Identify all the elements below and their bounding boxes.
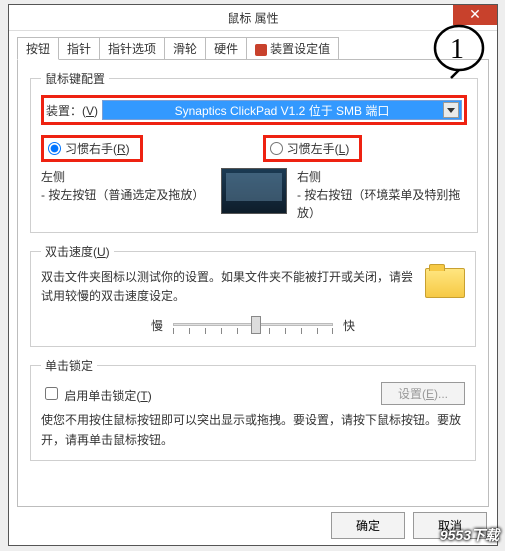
radio-label: 习惯左手(L) bbox=[287, 140, 350, 157]
close-icon: ✕ bbox=[469, 6, 481, 22]
left-desc: - 按左按钮（普通选定及拖放） bbox=[41, 186, 211, 204]
tab-label: 硬件 bbox=[214, 42, 238, 56]
left-title: 左侧 bbox=[41, 168, 211, 186]
group-clicklock: 单击锁定 启用单击锁定(T) 设置(E)... 使您不用按住鼠标按钮即可以突出显… bbox=[30, 357, 476, 460]
synaptics-icon bbox=[255, 44, 267, 56]
annotation-number: 1 bbox=[450, 34, 464, 65]
dblclick-slider[interactable] bbox=[173, 314, 333, 336]
radio-left-input[interactable] bbox=[270, 142, 283, 155]
group-legend: 双击速度(U) bbox=[41, 243, 114, 260]
device-label: 装置：(V) bbox=[46, 102, 98, 119]
group-doubleclick: 双击速度(U) 双击文件夹图标以测试你的设置。如果文件夹不能被打开或关闭，请尝试… bbox=[30, 243, 476, 347]
dblclick-desc: 双击文件夹图标以测试你的设置。如果文件夹不能被打开或关闭，请尝试用较慢的双击速度… bbox=[41, 268, 465, 306]
clicklock-settings-button: 设置(E)... bbox=[381, 382, 465, 405]
tab-panel-buttons: 鼠标键配置 装置：(V) Synaptics ClickPad V1.2 位于 … bbox=[17, 59, 489, 507]
group-legend: 鼠标键配置 bbox=[41, 70, 109, 87]
group-legend: 单击锁定 bbox=[41, 357, 97, 374]
tab-label: 滑轮 bbox=[173, 42, 197, 56]
tab-wheel[interactable]: 滑轮 bbox=[164, 37, 206, 60]
tab-label: 指针选项 bbox=[108, 42, 156, 56]
titlebar[interactable]: 鼠标 属性 ✕ bbox=[9, 5, 497, 31]
fast-label: 快 bbox=[343, 317, 355, 334]
right-desc: - 按右按钮（环境菜单及特别拖放） bbox=[297, 186, 467, 222]
tab-buttons[interactable]: 按钮 bbox=[17, 37, 59, 60]
window-title: 鼠标 属性 bbox=[227, 9, 278, 26]
tab-label: 装置设定值 bbox=[270, 42, 330, 56]
tab-strip: 按钮 指针 指针选项 滑轮 硬件 装置设定值 bbox=[9, 31, 497, 59]
radio-right-handed[interactable]: 习惯右手(R) bbox=[41, 135, 143, 162]
watermark: 9553下载 bbox=[440, 525, 499, 545]
device-select-value: Synaptics ClickPad V1.2 位于 SMB 端口 bbox=[175, 102, 390, 119]
dialog-body: 按钮 指针 指针选项 滑轮 硬件 装置设定值 鼠标键配置 装置：(V) Syna… bbox=[9, 31, 497, 545]
device-select[interactable]: Synaptics ClickPad V1.2 位于 SMB 端口 bbox=[102, 100, 462, 120]
clicklock-checkbox[interactable]: 启用单击锁定(T) bbox=[41, 384, 152, 404]
window: 鼠标 属性 ✕ 按钮 指针 指针选项 滑轮 硬件 装置设定值 鼠标键配置 装置：… bbox=[8, 4, 498, 546]
group-button-config: 鼠标键配置 装置：(V) Synaptics ClickPad V1.2 位于 … bbox=[30, 70, 478, 233]
right-title: 右侧 bbox=[297, 168, 467, 186]
annotation-circle-1: 1 bbox=[431, 22, 487, 78]
slow-label: 慢 bbox=[151, 317, 163, 334]
device-row-highlight: 装置：(V) Synaptics ClickPad V1.2 位于 SMB 端口 bbox=[41, 95, 467, 125]
tab-pointer-options[interactable]: 指针选项 bbox=[99, 37, 165, 60]
touchpad-icon bbox=[221, 168, 287, 214]
tab-device-settings[interactable]: 装置设定值 bbox=[246, 37, 339, 60]
slider-thumb[interactable] bbox=[251, 316, 261, 334]
left-column: 左侧 - 按左按钮（普通选定及拖放） bbox=[41, 168, 211, 222]
radio-left-handed[interactable]: 习惯左手(L) bbox=[263, 135, 363, 162]
folder-test-icon[interactable] bbox=[425, 268, 465, 298]
chevron-down-icon[interactable] bbox=[443, 102, 459, 118]
tab-pointer[interactable]: 指针 bbox=[58, 37, 100, 60]
right-column: 右侧 - 按右按钮（环境菜单及特别拖放） bbox=[297, 168, 467, 222]
tab-hardware[interactable]: 硬件 bbox=[205, 37, 247, 60]
clicklock-desc: 使您不用按住鼠标按钮即可以突出显示或拖拽。要设置，请按下鼠标按钮。要放开，请再单… bbox=[41, 411, 465, 449]
radio-label: 习惯右手(R) bbox=[65, 140, 130, 157]
checkbox-label: 启用单击锁定(T) bbox=[64, 389, 151, 403]
tab-label: 指针 bbox=[67, 42, 91, 56]
ok-button[interactable]: 确定 bbox=[331, 512, 405, 539]
radio-right-input[interactable] bbox=[48, 142, 61, 155]
clicklock-input[interactable] bbox=[45, 387, 58, 400]
tab-label: 按钮 bbox=[26, 42, 50, 56]
